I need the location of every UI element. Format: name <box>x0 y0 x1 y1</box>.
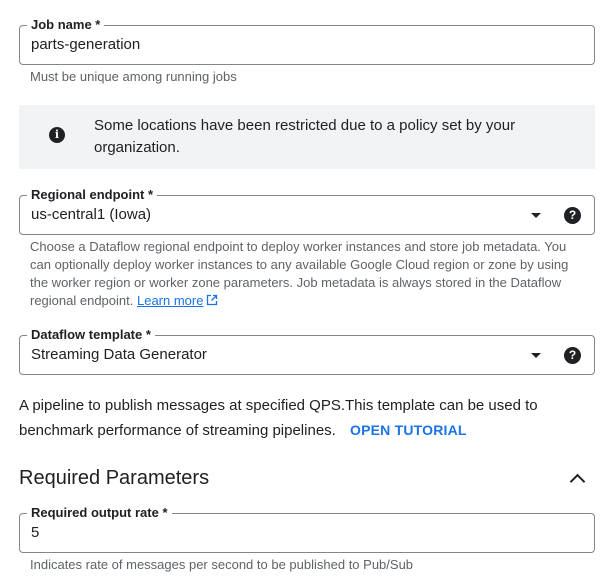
policy-banner: i Some locations have been restricted du… <box>19 105 595 169</box>
job-name-label: Job name * <box>27 17 105 33</box>
dropdown-arrow-icon[interactable] <box>531 353 541 358</box>
info-icon: i <box>49 127 65 143</box>
job-name-field[interactable]: Job name * <box>19 17 595 65</box>
dataflow-template-value: Streaming Data Generator <box>31 346 207 363</box>
regional-endpoint-select[interactable]: Regional endpoint * us-central1 (Iowa) ? <box>19 187 595 235</box>
template-description: A pipeline to publish messages at specif… <box>19 394 579 443</box>
job-name-input[interactable] <box>31 36 511 54</box>
help-icon[interactable]: ? <box>564 347 581 364</box>
regional-endpoint-value: us-central1 (Iowa) <box>31 206 152 223</box>
regional-endpoint-hint: Choose a Dataflow regional endpoint to d… <box>30 238 575 310</box>
job-name-hint: Must be unique among running jobs <box>30 69 237 84</box>
output-rate-input[interactable] <box>31 524 511 542</box>
output-rate-field[interactable]: Required output rate * <box>19 505 595 553</box>
chevron-up-icon[interactable] <box>569 473 586 490</box>
output-rate-hint: Indicates rate of messages per second to… <box>30 557 414 572</box>
banner-text: Some locations have been restricted due … <box>94 117 516 156</box>
regional-endpoint-label: Regional endpoint * <box>27 187 158 203</box>
open-tutorial-link[interactable]: OPEN TUTORIAL <box>350 422 467 438</box>
dataflow-template-label: Dataflow template * <box>27 327 155 343</box>
required-parameters-title: Required Parameters <box>19 467 210 489</box>
dataflow-template-select[interactable]: Dataflow template * Streaming Data Gener… <box>19 327 595 375</box>
dropdown-arrow-icon[interactable] <box>531 213 541 218</box>
learn-more-link[interactable]: Learn more <box>137 293 203 308</box>
regional-endpoint-hint-text: Choose a Dataflow regional endpoint to d… <box>30 239 569 308</box>
external-link-icon[interactable] <box>206 294 218 306</box>
output-rate-label: Required output rate * <box>27 505 172 521</box>
help-icon[interactable]: ? <box>564 207 581 224</box>
